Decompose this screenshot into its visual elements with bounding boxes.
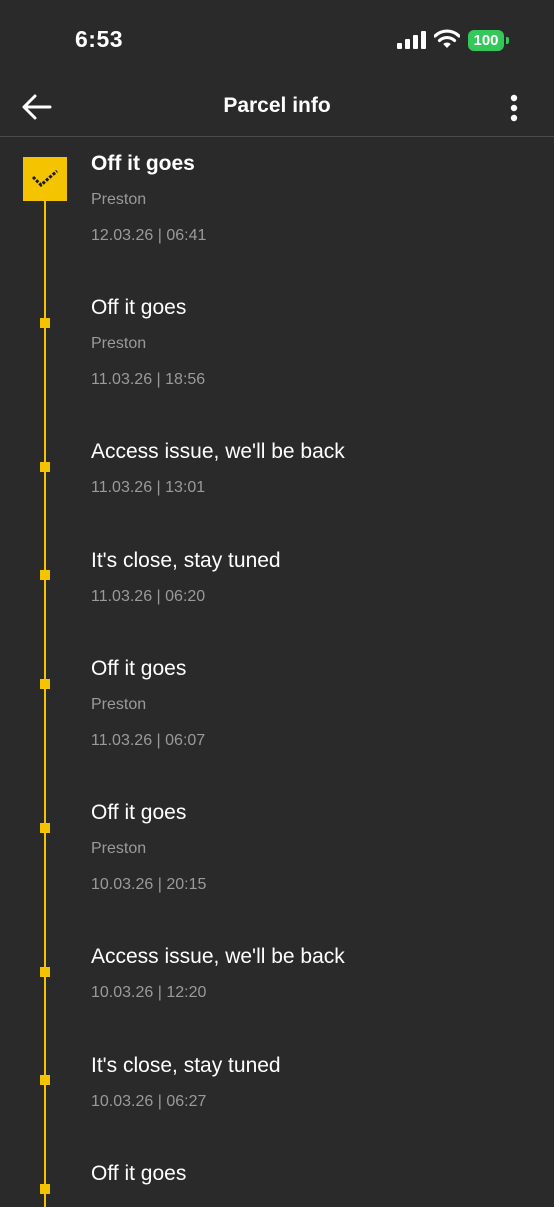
timeline-event: Access issue, we'll be back 11.03.26 | 1…	[91, 439, 531, 498]
app-header: Parcel info	[0, 80, 554, 137]
checkmark-icon	[31, 169, 58, 188]
timeline-dot	[40, 1075, 50, 1085]
timeline-dot	[40, 570, 50, 580]
event-datetime: 10.03.26 | 06:27	[91, 1093, 207, 1110]
timeline-dot	[40, 823, 50, 833]
timeline-event: Off it goes Preston 10.03.26 | 20:15	[91, 800, 531, 895]
event-datetime: 11.03.26 | 06:20	[91, 588, 206, 605]
event-datetime: 11.03.26 | 13:01	[91, 479, 206, 496]
event-datetime: 10.03.26 | 12:20	[91, 984, 207, 1001]
event-title: Access issue, we'll be back	[91, 945, 345, 968]
timeline-event: Off it goes Preston 11.03.26 | 06:07	[91, 656, 531, 751]
event-datetime: 11.03.26 | 18:56	[91, 371, 206, 388]
timeline-line	[44, 197, 46, 1207]
event-datetime: 10.03.26 | 20:15	[91, 876, 207, 893]
event-datetime: 11.03.26 | 06:07	[91, 732, 206, 749]
timeline-dot	[40, 1184, 50, 1194]
event-title: Off it goes	[91, 152, 195, 175]
event-title: It's close, stay tuned	[91, 1054, 281, 1077]
event-location: Preston	[91, 191, 147, 208]
timeline-dot	[40, 679, 50, 689]
timeline-event: Off it goes	[91, 1161, 531, 1187]
timeline-event: Access issue, we'll be back 10.03.26 | 1…	[91, 944, 531, 1003]
battery-icon: 100	[468, 30, 510, 51]
event-title: It's close, stay tuned	[91, 549, 281, 572]
cellular-signal-icon	[397, 31, 426, 49]
event-location: Preston	[91, 840, 147, 857]
battery-cap	[506, 37, 509, 44]
battery-level: 100	[473, 32, 499, 49]
tracking-timeline: Off it goes Preston 12.03.26 | 06:41 Off…	[0, 137, 554, 1207]
status-bar: 6:53 100	[0, 0, 554, 80]
status-time: 6:53	[75, 26, 124, 52]
event-title: Off it goes	[91, 657, 187, 680]
more-options-button[interactable]	[496, 86, 532, 130]
timeline-event: Off it goes Preston 12.03.26 | 06:41	[91, 151, 531, 246]
timeline-event: It's close, stay tuned 10.03.26 | 06:27	[91, 1053, 531, 1112]
event-location: Preston	[91, 335, 147, 352]
event-location: Preston	[91, 696, 147, 713]
current-status-badge	[23, 157, 67, 201]
event-title: Access issue, we'll be back	[91, 440, 345, 463]
timeline-dot	[40, 462, 50, 472]
event-title: Off it goes	[91, 1162, 187, 1185]
page-title: Parcel info	[223, 94, 331, 117]
more-vertical-icon	[510, 94, 518, 122]
wifi-icon	[434, 29, 460, 48]
event-title: Off it goes	[91, 801, 187, 824]
event-title: Off it goes	[91, 296, 187, 319]
timeline-event: It's close, stay tuned 11.03.26 | 06:20	[91, 548, 531, 607]
event-datetime: 12.03.26 | 06:41	[91, 227, 207, 244]
timeline-dot	[40, 318, 50, 328]
timeline-dot	[40, 967, 50, 977]
timeline-event: Off it goes Preston 11.03.26 | 18:56	[91, 295, 531, 390]
